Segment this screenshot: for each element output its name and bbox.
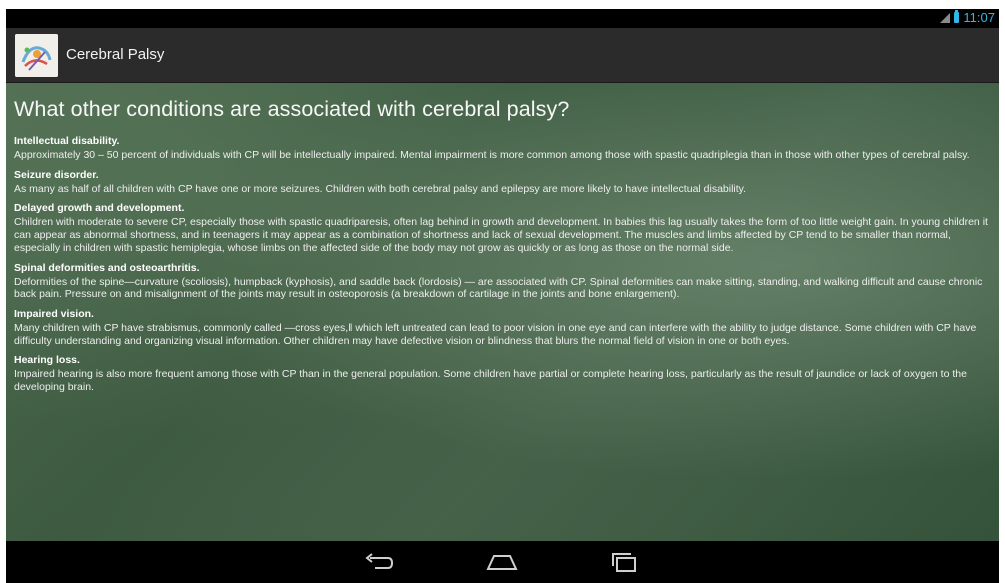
signal-icon bbox=[940, 12, 951, 23]
home-icon[interactable] bbox=[482, 550, 522, 574]
section-spinal-deformities: Spinal deformities and osteoarthritis. D… bbox=[14, 262, 989, 301]
section-title: Delayed growth and development. bbox=[14, 202, 185, 215]
section-title: Spinal deformities and osteoarthritis. bbox=[14, 261, 200, 274]
section-title: Impaired vision. bbox=[14, 307, 94, 320]
status-time: 11:07 bbox=[963, 10, 995, 25]
section-body: Children with moderate to severe CP, esp… bbox=[14, 216, 988, 254]
section-body: Approximately 30 – 50 percent of individ… bbox=[14, 149, 970, 161]
app-title: Cerebral Palsy bbox=[66, 46, 165, 63]
section-body: Many children with CP have strabismus, c… bbox=[14, 321, 977, 347]
section-hearing-loss: Hearing loss. Impaired hearing is also m… bbox=[14, 354, 989, 393]
app-logo[interactable] bbox=[15, 34, 58, 77]
section-title: Seizure disorder. bbox=[14, 168, 99, 181]
section-delayed-growth: Delayed growth and development. Children… bbox=[14, 202, 989, 254]
back-icon[interactable] bbox=[358, 550, 398, 574]
section-body: As many as half of all children with CP … bbox=[14, 182, 747, 195]
section-impaired-vision: Impaired vision. Many children with CP h… bbox=[14, 308, 989, 347]
recents-icon[interactable] bbox=[604, 550, 644, 574]
navigation-bar bbox=[6, 541, 999, 583]
section-body: Impaired hearing is also more frequent a… bbox=[14, 368, 967, 394]
battery-icon bbox=[954, 10, 960, 23]
app-logo-icon bbox=[15, 34, 58, 77]
status-indicators: 11:07 bbox=[940, 10, 995, 25]
action-bar: Cerebral Palsy bbox=[6, 28, 999, 83]
section-intellectual-disability: Intellectual disability. Approximately 3… bbox=[14, 135, 989, 162]
status-bar: 11:07 bbox=[6, 9, 999, 28]
section-title: Intellectual disability. bbox=[14, 135, 120, 147]
article-content[interactable]: What other conditions are associated wit… bbox=[6, 83, 999, 541]
device-screen: 11:07 Cerebral Palsy What other conditio… bbox=[6, 9, 999, 583]
section-title: Hearing loss. bbox=[14, 354, 80, 367]
section-body: Deformities of the spine—curvature (scol… bbox=[14, 275, 983, 301]
page-title: What other conditions are associated wit… bbox=[14, 97, 570, 121]
section-seizure-disorder: Seizure disorder. As many as half of all… bbox=[14, 169, 989, 196]
